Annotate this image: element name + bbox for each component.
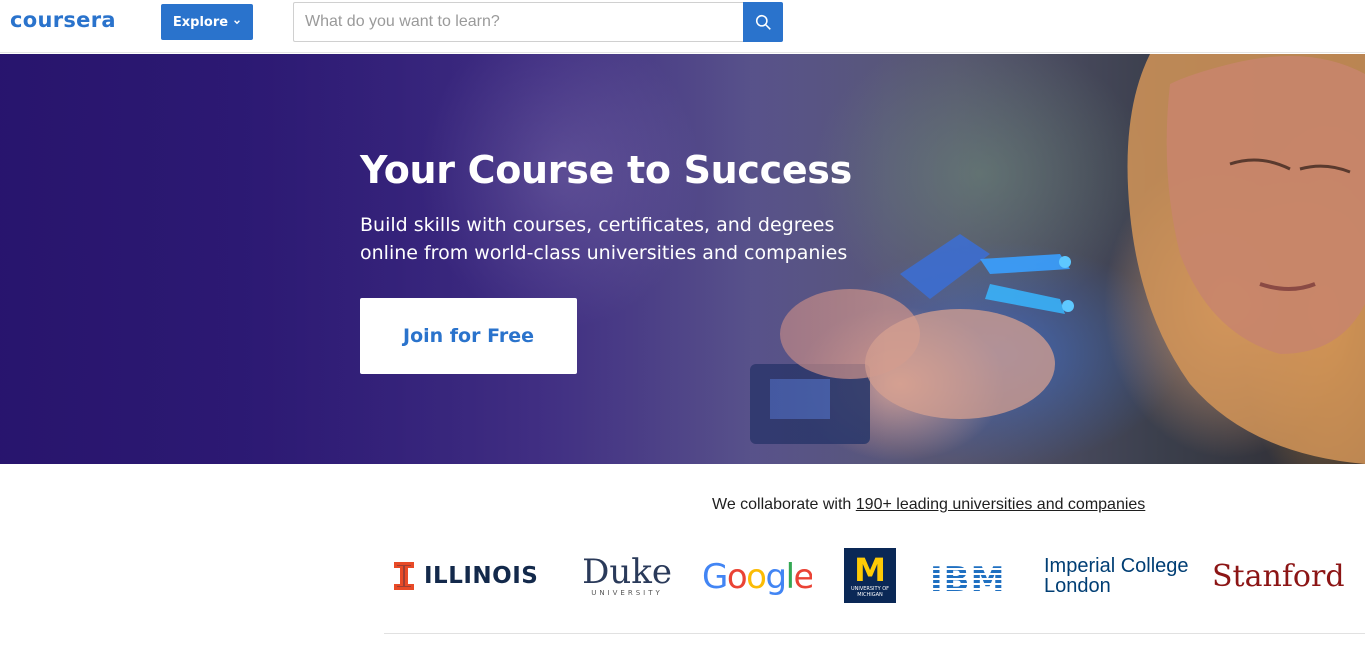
join-for-free-button[interactable]: Join for Free <box>360 298 577 374</box>
ibm-wordmark: IBM <box>930 560 1005 593</box>
coursera-logo[interactable]: coursera <box>10 8 116 32</box>
illinois-wordmark: ILLINOIS <box>424 563 539 589</box>
imperial-college-logo[interactable]: Imperial College London <box>1044 540 1189 612</box>
stanford-logo[interactable]: Stanford <box>1212 540 1345 612</box>
imperial-line1: Imperial College <box>1044 555 1189 577</box>
svg-text:IBM: IBM <box>930 560 1005 593</box>
hero-title: Your Course to Success <box>360 148 852 192</box>
hero-subtitle-line1: Build skills with courses, certificates,… <box>360 214 835 236</box>
search-input[interactable] <box>293 2 744 42</box>
michigan-logo[interactable]: M UNIVERSITY OF MICHIGAN <box>844 548 896 603</box>
collaborate-text: We collaborate with 190+ leading univers… <box>712 496 1145 514</box>
svg-text:Google: Google <box>702 557 812 597</box>
partner-logos: ILLINOIS Duke UNIVERSITY Google M UNIVER… <box>384 540 1365 612</box>
partners-link[interactable]: 190+ leading universities and companies <box>856 496 1146 513</box>
duke-subtitle: UNIVERSITY <box>591 589 663 597</box>
michigan-subtitle: UNIVERSITY OF MICHIGAN <box>850 585 890 598</box>
duke-logo[interactable]: Duke UNIVERSITY <box>582 540 672 612</box>
google-logo[interactable]: Google <box>702 540 812 612</box>
explore-label: Explore <box>172 14 229 30</box>
hero-banner: Your Course to Success Build skills with… <box>0 54 1365 464</box>
duke-wordmark: Duke <box>582 552 672 592</box>
search-icon <box>755 14 771 30</box>
top-nav: coursera Explore <box>0 0 1365 53</box>
collaborate-intro: We collaborate with <box>712 496 856 513</box>
hero-subtitle: Build skills with courses, certificates,… <box>360 211 860 267</box>
illinois-block-i-icon <box>394 562 414 590</box>
illinois-logo[interactable]: ILLINOIS <box>394 540 538 612</box>
explore-button[interactable]: Explore <box>161 4 253 40</box>
imperial-line2: London <box>1044 575 1111 597</box>
ibm-logo[interactable]: IBM <box>930 540 1010 612</box>
chevron-down-icon <box>234 20 241 25</box>
hero-subtitle-line2: online from world-class universities and… <box>360 242 848 264</box>
search-button[interactable] <box>743 2 783 42</box>
section-divider <box>384 633 1365 634</box>
google-wordmark: Google <box>702 557 812 597</box>
michigan-block-m: M <box>854 550 886 589</box>
